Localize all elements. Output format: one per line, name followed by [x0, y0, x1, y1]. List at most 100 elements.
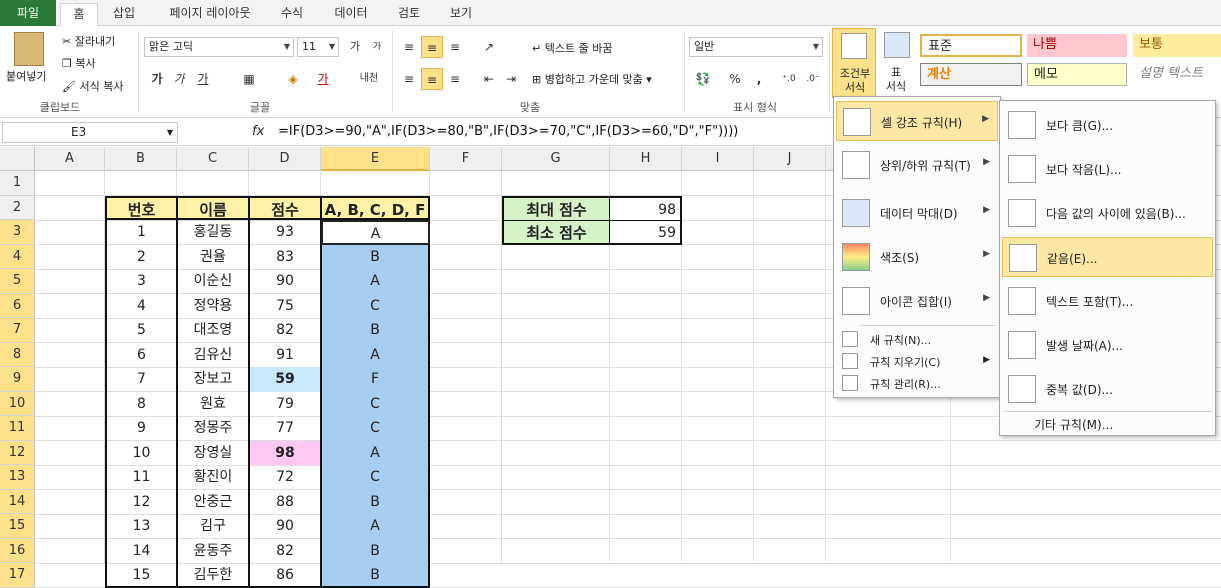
row-header-10[interactable]: 10: [0, 391, 35, 416]
underline-button[interactable]: 가: [192, 68, 214, 90]
row-header-9[interactable]: 9: [0, 367, 35, 392]
submenu-item-4[interactable]: 같음(E)...: [1002, 237, 1213, 277]
row-header-17[interactable]: 17: [0, 563, 35, 588]
row-header-15[interactable]: 15: [0, 514, 35, 539]
row-header-16[interactable]: 16: [0, 538, 35, 563]
bold-button[interactable]: 가: [146, 68, 168, 90]
column-header-i[interactable]: I: [682, 147, 754, 171]
column-header-b[interactable]: B: [105, 147, 177, 171]
tab-page-layout[interactable]: 페이지 레이아웃: [150, 3, 270, 26]
table-cell[interactable]: 5: [105, 318, 177, 343]
table-cell[interactable]: 90: [249, 269, 321, 294]
table-cell[interactable]: 장보고: [177, 367, 249, 392]
menu-new-rule[interactable]: 새 규칙(N)...: [836, 329, 998, 349]
table-cell[interactable]: 88: [249, 489, 321, 514]
active-cell[interactable]: A: [321, 220, 430, 245]
tab-formulas[interactable]: 수식: [272, 3, 312, 26]
formula-input[interactable]: =IF(D3>=90,"A",IF(D3>=80,"B",IF(D3>=70,"…: [278, 124, 738, 139]
cut-button[interactable]: ✂ 잘라내기: [62, 33, 115, 49]
border-icon[interactable]: ▦: [238, 68, 260, 90]
align-center-icon[interactable]: ≡: [421, 68, 443, 90]
font-size-select[interactable]: 11 ▼: [297, 37, 339, 57]
format-table-button[interactable]: 표 서식: [878, 28, 914, 98]
table-cell[interactable]: 12: [105, 489, 177, 514]
table-cell[interactable]: 86: [249, 563, 321, 588]
menu-manage-rules[interactable]: 규칙 관리(R)...: [836, 373, 998, 393]
menu-color-scales[interactable]: 색조(S) ▶: [836, 237, 998, 277]
style-bad[interactable]: 나쁨: [1027, 34, 1127, 57]
grade-cell[interactable]: A: [321, 342, 430, 367]
table-cell[interactable]: 장영실: [177, 440, 249, 465]
menu-top-bottom-rules[interactable]: 상위/하위 규칙(T) ▶: [836, 145, 998, 185]
table-cell[interactable]: 원효: [177, 391, 249, 416]
name-box[interactable]: E3 ▼: [2, 122, 178, 143]
table-cell[interactable]: 11: [105, 465, 177, 490]
grade-cell[interactable]: C: [321, 465, 430, 490]
table-cell[interactable]: 72: [249, 465, 321, 490]
row-header-8[interactable]: 8: [0, 342, 35, 367]
table-header-cell[interactable]: A, B, C, D, F: [321, 195, 430, 220]
row-header-6[interactable]: 6: [0, 293, 35, 318]
table-cell[interactable]: 83: [249, 244, 321, 269]
submenu-item-6[interactable]: 발생 날짜(A)...: [1002, 325, 1213, 365]
select-all-corner[interactable]: [0, 147, 35, 171]
table-cell[interactable]: 7: [105, 367, 177, 392]
style-explanatory[interactable]: 설명 텍스트: [1133, 63, 1221, 86]
decrease-indent-icon[interactable]: ⇤: [478, 68, 500, 90]
grade-cell[interactable]: A: [321, 269, 430, 294]
currency-icon[interactable]: 💱: [692, 68, 714, 90]
grade-cell[interactable]: B: [321, 244, 430, 269]
table-cell[interactable]: 김유신: [177, 342, 249, 367]
wrap-text-button[interactable]: ↵ 텍스트 줄 바꿈: [532, 40, 612, 56]
grade-cell[interactable]: C: [321, 391, 430, 416]
menu-clear-rules[interactable]: 규칙 지우기(C) ▶: [836, 351, 998, 371]
summary-value[interactable]: 98: [610, 195, 682, 220]
decrease-decimal-icon[interactable]: .0⁻: [802, 68, 824, 90]
row-header-5[interactable]: 5: [0, 269, 35, 294]
grade-cell[interactable]: C: [321, 416, 430, 441]
table-cell[interactable]: 98: [249, 440, 321, 465]
submenu-item-3[interactable]: 다음 값의 사이에 있음(B)...: [1002, 193, 1213, 233]
submenu-item-1[interactable]: 보다 큼(G)...: [1002, 105, 1213, 145]
grade-cell[interactable]: B: [321, 489, 430, 514]
table-cell[interactable]: 정약용: [177, 293, 249, 318]
summary-label[interactable]: 최소 점수: [502, 220, 610, 245]
row-header-3[interactable]: 3: [0, 220, 35, 245]
align-right-icon[interactable]: ≡: [444, 68, 466, 90]
tab-data[interactable]: 데이터: [324, 3, 378, 26]
table-cell[interactable]: 4: [105, 293, 177, 318]
column-header-c[interactable]: C: [177, 147, 249, 171]
merge-center-button[interactable]: ⊞ 병합하고 가운데 맞춤 ▾: [532, 71, 652, 87]
table-cell[interactable]: 79: [249, 391, 321, 416]
row-header-1[interactable]: 1: [0, 171, 35, 196]
row-header-12[interactable]: 12: [0, 440, 35, 465]
format-painter-button[interactable]: 🖌 서식 복사: [62, 78, 123, 94]
table-cell[interactable]: 1: [105, 220, 177, 245]
table-cell[interactable]: 이순신: [177, 269, 249, 294]
font-color-button[interactable]: 가: [312, 68, 334, 90]
column-header-d[interactable]: D: [249, 147, 321, 171]
percent-button[interactable]: %: [724, 68, 746, 90]
table-cell[interactable]: 정몽주: [177, 416, 249, 441]
style-neutral[interactable]: 보통: [1133, 34, 1221, 57]
grade-cell[interactable]: B: [321, 318, 430, 343]
summary-label[interactable]: 최대 점수: [502, 195, 610, 220]
table-cell[interactable]: 14: [105, 538, 177, 563]
column-header-h[interactable]: H: [610, 147, 682, 171]
table-cell[interactable]: 3: [105, 269, 177, 294]
grade-cell[interactable]: B: [321, 538, 430, 563]
row-header-4[interactable]: 4: [0, 244, 35, 269]
table-cell[interactable]: 15: [105, 563, 177, 588]
grade-cell[interactable]: B: [321, 563, 430, 588]
table-cell[interactable]: 82: [249, 538, 321, 563]
function-icon[interactable]: fx: [252, 124, 264, 139]
table-cell[interactable]: 대조영: [177, 318, 249, 343]
number-format-select[interactable]: 일반 ▼: [689, 37, 823, 57]
table-cell[interactable]: 8: [105, 391, 177, 416]
table-header-cell[interactable]: 번호: [105, 195, 177, 220]
comma-button[interactable]: ,: [748, 68, 770, 90]
submenu-item-5[interactable]: 텍스트 포함(T)...: [1002, 281, 1213, 321]
row-header-13[interactable]: 13: [0, 465, 35, 490]
align-bottom-icon[interactable]: ≡: [444, 36, 466, 58]
shrink-font-button[interactable]: 가: [366, 36, 388, 58]
